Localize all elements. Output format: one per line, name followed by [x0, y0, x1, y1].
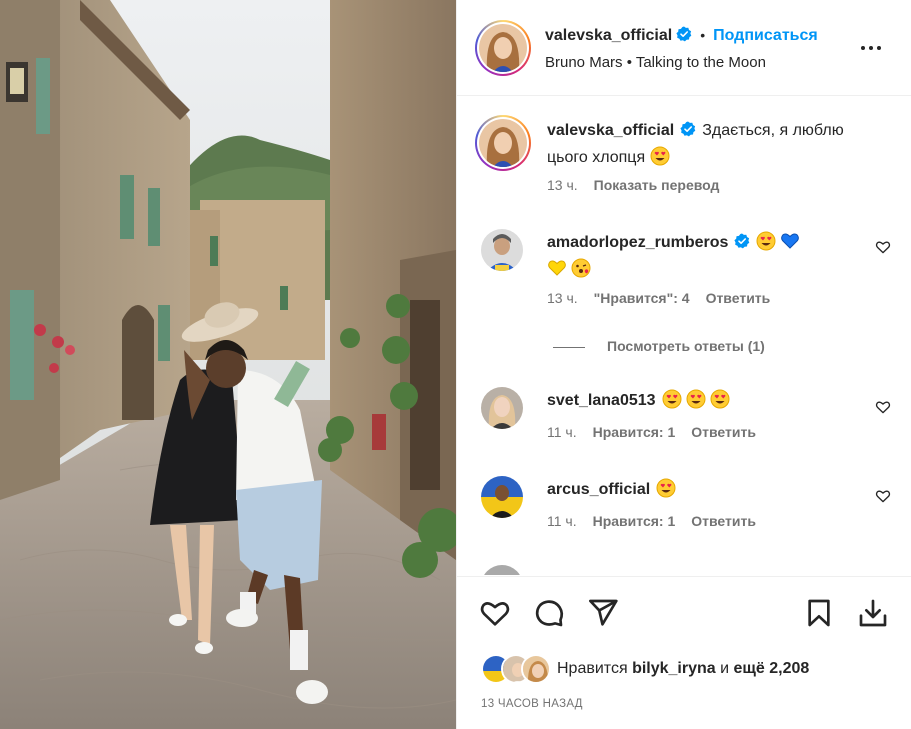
comment-likes[interactable]: Нравится: 1 — [593, 513, 676, 529]
caption: valevska_official Здається, я люблю цього… — [475, 115, 901, 205]
comment-time: 13 ч. — [547, 290, 578, 306]
comment-meta: 11 ч. Нравится: 1 Ответить — [547, 424, 772, 440]
author-avatar[interactable] — [475, 20, 531, 76]
comment-meta: 13 ч. "Нравится": 4 Ответить — [547, 290, 786, 306]
verified-icon — [680, 121, 696, 137]
view-replies-button[interactable]: Посмотреть ответы (1) — [553, 338, 765, 354]
likes-prefix: Нравится — [557, 660, 628, 677]
comment-avatar[interactable] — [481, 387, 523, 429]
translate-link[interactable]: Показать перевод — [594, 177, 720, 193]
comment-text-block: svet_lana0513 — [547, 387, 867, 414]
comment-time: 11 ч. — [547, 424, 577, 440]
heart-icon[interactable] — [875, 488, 891, 504]
blue-heart-emoji — [780, 231, 800, 251]
comment-item: svet_lana0513 11 ч. Нравится: 1 Ответить — [481, 387, 901, 457]
comment-item: arcus_official 11 ч. Нравится: 1 Ответить — [481, 476, 901, 546]
comment-time: 11 ч. — [547, 513, 577, 529]
liker-username[interactable]: bilyk_iryna — [632, 660, 716, 677]
comment-icon[interactable] — [533, 597, 565, 629]
share-icon[interactable] — [587, 597, 619, 629]
comment-meta: 11 ч. Нравится: 1 Ответить — [547, 513, 772, 529]
comment-avatar[interactable] — [481, 229, 523, 271]
verified-icon — [734, 233, 750, 249]
comment-avatar-image — [481, 229, 523, 271]
view-replies-line — [553, 346, 585, 348]
likes-middle: и — [720, 660, 730, 677]
heart-eyes-emoji — [662, 389, 682, 409]
comment-likes[interactable]: "Нравится": 4 — [594, 290, 690, 306]
author-avatar-image — [479, 24, 527, 72]
reply-button[interactable]: Ответить — [706, 290, 771, 306]
view-replies-label: Посмотреть ответы (1) — [607, 338, 765, 354]
comment-username[interactable]: arcus_official — [547, 481, 650, 498]
comment-text-block: amadorlopez_rumberos — [547, 229, 867, 283]
comment-item: amadorlopez_rumberos 13 ч. "Нравится": 4 О… — [481, 229, 901, 349]
heart-eyes-emoji — [650, 146, 670, 166]
heart-eyes-emoji — [656, 478, 676, 498]
caption-meta: 13 ч. Показать перевод — [547, 177, 735, 193]
caption-avatar[interactable] — [475, 115, 531, 171]
heart-eyes-emoji — [710, 389, 730, 409]
download-icon[interactable] — [857, 597, 889, 629]
comment-avatar-image — [481, 476, 523, 518]
more-icon[interactable] — [859, 40, 883, 56]
comment-likes[interactable]: Нравится: 1 — [593, 424, 676, 440]
caption-text-block: valevska_official Здається, я люблю цього… — [547, 117, 867, 171]
yellow-heart-emoji — [547, 258, 567, 278]
comment-text-block: arcus_official — [547, 476, 867, 503]
comment-avatar-image — [481, 565, 523, 575]
caption-time: 13 ч. — [547, 177, 578, 193]
kiss-emoji — [571, 258, 591, 278]
comment-avatar-image — [481, 387, 523, 429]
verified-icon — [676, 26, 692, 42]
heart-icon[interactable] — [875, 399, 891, 415]
liker-avatar — [521, 654, 551, 684]
heart-icon[interactable] — [875, 239, 891, 255]
music-track[interactable]: Bruno Mars • Talking to the Moon — [545, 54, 766, 71]
post-media[interactable] — [0, 0, 456, 729]
caption-username[interactable]: valevska_official — [547, 122, 674, 139]
post-timestamp[interactable]: 13 ЧАСОВ НАЗАД — [481, 698, 583, 710]
comment-item-partial — [481, 565, 901, 575]
post-photo — [0, 0, 456, 729]
heart-eyes-emoji — [756, 231, 776, 251]
likes-count[interactable]: ещё 2,208 — [734, 660, 810, 677]
post-actions: Нравится bilyk_iryna и ещё 2,208 13 ЧАСО… — [457, 576, 911, 729]
separator-dot: • — [700, 27, 706, 43]
heart-eyes-emoji — [686, 389, 706, 409]
liked-by-avatars[interactable] — [481, 654, 553, 684]
author-username[interactable]: valevska_official — [545, 27, 672, 44]
post-details-panel: valevska_official • Подписаться Bruno Mars… — [456, 0, 911, 729]
comment-avatar[interactable] — [481, 476, 523, 518]
post-header: valevska_official • Подписаться Bruno Mars… — [457, 0, 911, 96]
reply-button[interactable]: Ответить — [691, 424, 756, 440]
caption-avatar-image — [479, 119, 527, 167]
comments-list[interactable]: valevska_official Здається, я люблю цього… — [457, 97, 911, 575]
follow-button[interactable]: Подписаться — [713, 27, 818, 44]
comment-avatar[interactable] — [481, 565, 523, 575]
heart-icon[interactable] — [479, 597, 511, 629]
comment-username[interactable]: amadorlopez_rumberos — [547, 234, 728, 251]
likes-summary: Нравится bilyk_iryna и ещё 2,208 — [557, 660, 809, 678]
comment-username[interactable]: svet_lana0513 — [547, 392, 656, 409]
reply-button[interactable]: Ответить — [691, 513, 756, 529]
save-icon[interactable] — [803, 597, 835, 629]
